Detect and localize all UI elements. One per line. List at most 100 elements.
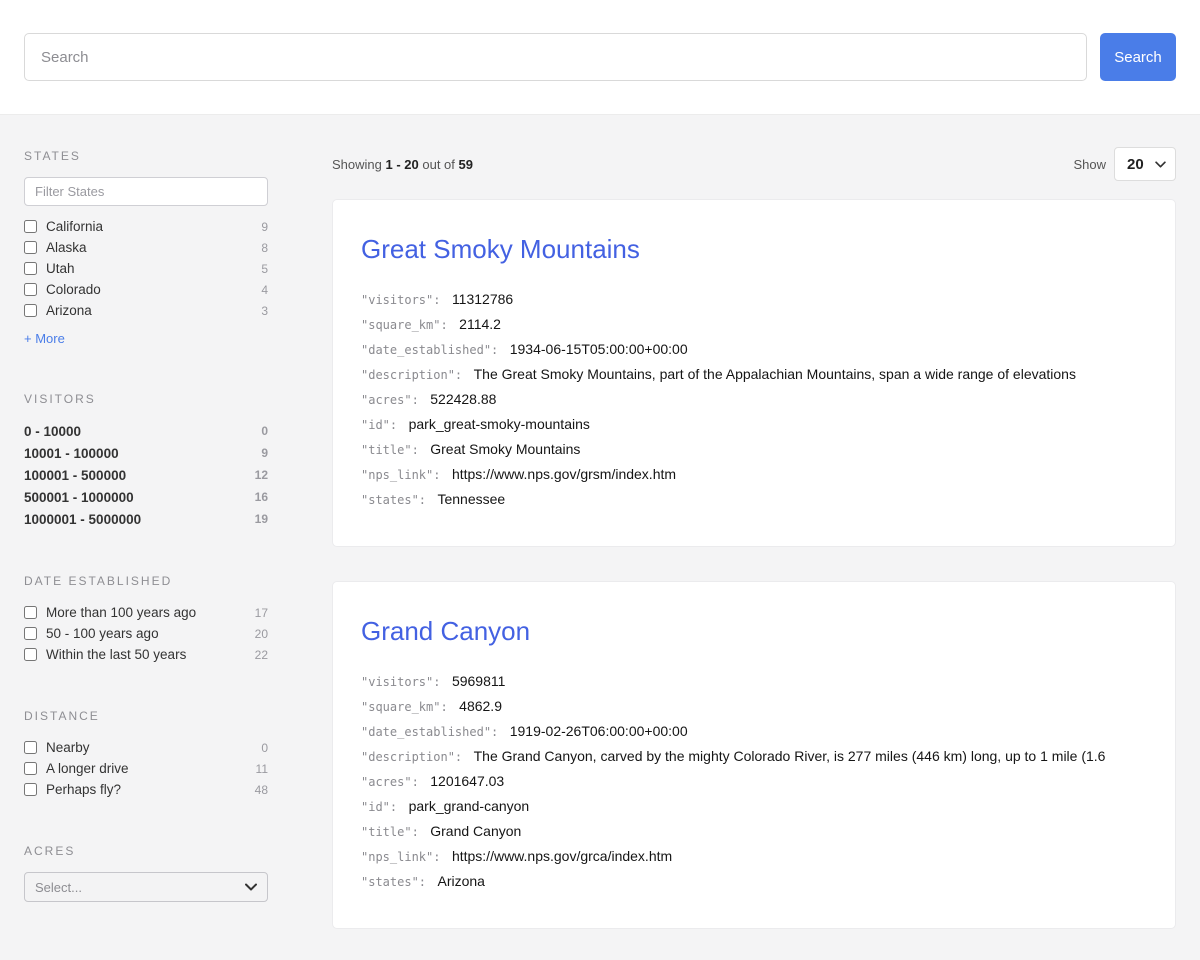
facet-count: 8 <box>261 241 268 255</box>
result-field: "acres": 1201647.03 <box>361 769 1147 794</box>
facet-label: Perhaps fly? <box>46 782 247 797</box>
field-value: https://www.nps.gov/grca/index.htm <box>452 848 672 864</box>
field-key: "nps_link": <box>361 468 440 482</box>
search-input[interactable] <box>24 33 1087 81</box>
facet-count: 4 <box>261 283 268 297</box>
chevron-down-icon <box>245 883 257 891</box>
field-value: park_grand-canyon <box>409 798 530 814</box>
result-field: "date_established": 1919-02-26T06:00:00+… <box>361 719 1147 744</box>
field-key: "title": <box>361 825 419 839</box>
facet-option-last-50[interactable]: Within the last 50 years 22 <box>24 644 268 665</box>
states-facet-title: STATES <box>24 149 268 163</box>
result-title-link[interactable]: Grand Canyon <box>361 616 1147 647</box>
result-field: "states": Tennessee <box>361 487 1147 512</box>
filter-states-input[interactable] <box>24 177 268 206</box>
result-field: "description": The Great Smoky Mountains… <box>361 362 1147 387</box>
result-field: "title": Great Smoky Mountains <box>361 437 1147 462</box>
filter-sidebar: STATES California 9 Alaska 8 Utah 5 Colo… <box>0 115 332 946</box>
result-field: "square_km": 4862.9 <box>361 694 1147 719</box>
checkbox-last-50[interactable] <box>24 648 37 661</box>
field-key: "visitors": <box>361 675 440 689</box>
facet-option-arizona[interactable]: Arizona 3 <box>24 300 268 321</box>
facet-label: Within the last 50 years <box>46 647 247 662</box>
visitors-range-option[interactable]: 0 - 10000 0 <box>24 420 268 442</box>
facet-label: More than 100 years ago <box>46 605 247 620</box>
facet-option-alaska[interactable]: Alaska 8 <box>24 237 268 258</box>
acres-facet: ACRES Select... <box>24 844 268 902</box>
show-more-states-link[interactable]: + More <box>24 331 65 346</box>
field-key: "id": <box>361 418 397 432</box>
field-key: "description": <box>361 750 462 764</box>
summary-prefix: Showing <box>332 157 382 172</box>
checkbox-perhaps-fly[interactable] <box>24 783 37 796</box>
facet-label: Arizona <box>46 303 253 318</box>
facet-option-nearby[interactable]: Nearby 0 <box>24 737 268 758</box>
facet-count: 48 <box>255 783 268 797</box>
date-established-facet: DATE ESTABLISHED More than 100 years ago… <box>24 574 268 665</box>
result-field: "nps_link": https://www.nps.gov/grca/ind… <box>361 844 1147 869</box>
result-field: "nps_link": https://www.nps.gov/grsm/ind… <box>361 462 1147 487</box>
checkbox-alaska[interactable] <box>24 241 37 254</box>
search-button[interactable]: Search <box>1100 33 1176 81</box>
field-value: Grand Canyon <box>430 823 521 839</box>
facet-option-50-100[interactable]: 50 - 100 years ago 20 <box>24 623 268 644</box>
facet-count: 3 <box>261 304 268 318</box>
facet-label: Nearby <box>46 740 253 755</box>
facet-count: 9 <box>261 220 268 234</box>
field-key: "square_km": <box>361 700 448 714</box>
checkbox-longer-drive[interactable] <box>24 762 37 775</box>
field-key: "date_established": <box>361 725 498 739</box>
checkbox-utah[interactable] <box>24 262 37 275</box>
visitors-range-option[interactable]: 500001 - 1000000 16 <box>24 486 268 508</box>
result-field: "square_km": 2114.2 <box>361 312 1147 337</box>
checkbox-nearby[interactable] <box>24 741 37 754</box>
field-value: The Grand Canyon, carved by the mighty C… <box>474 748 1106 764</box>
field-value: 1934-06-15T05:00:00+00:00 <box>510 341 688 357</box>
facet-count: 0 <box>261 424 268 438</box>
visitors-range-option[interactable]: 100001 - 500000 12 <box>24 464 268 486</box>
summary-middle: out of <box>422 157 455 172</box>
field-key: "id": <box>361 800 397 814</box>
field-value: 1919-02-26T06:00:00+00:00 <box>510 723 688 739</box>
facet-option-colorado[interactable]: Colorado 4 <box>24 279 268 300</box>
result-title-link[interactable]: Great Smoky Mountains <box>361 234 1147 265</box>
summary-range: 1 - 20 <box>386 157 419 172</box>
field-key: "nps_link": <box>361 850 440 864</box>
field-value: park_great-smoky-mountains <box>409 416 590 432</box>
facet-count: 20 <box>255 627 268 641</box>
visitors-facet-title: VISITORS <box>24 392 268 406</box>
checkbox-arizona[interactable] <box>24 304 37 317</box>
field-key: "states": <box>361 493 426 507</box>
result-field: "title": Grand Canyon <box>361 819 1147 844</box>
result-field: "description": The Grand Canyon, carved … <box>361 744 1147 769</box>
field-value: The Great Smoky Mountains, part of the A… <box>474 366 1076 382</box>
field-key: "date_established": <box>361 343 498 357</box>
checkbox-50-100[interactable] <box>24 627 37 640</box>
field-value: 5969811 <box>452 673 505 689</box>
facet-option-more-than-100[interactable]: More than 100 years ago 17 <box>24 602 268 623</box>
visitors-range-option[interactable]: 10001 - 100000 9 <box>24 442 268 464</box>
checkbox-california[interactable] <box>24 220 37 233</box>
facet-count: 22 <box>255 648 268 662</box>
facet-option-utah[interactable]: Utah 5 <box>24 258 268 279</box>
page-size-select[interactable]: 20 <box>1114 147 1176 181</box>
checkbox-colorado[interactable] <box>24 283 37 296</box>
facet-option-longer-drive[interactable]: A longer drive 11 <box>24 758 268 779</box>
acres-select-value: Select... <box>35 880 245 895</box>
facet-option-california[interactable]: California 9 <box>24 216 268 237</box>
facet-option-perhaps-fly[interactable]: Perhaps fly? 48 <box>24 779 268 800</box>
field-key: "visitors": <box>361 293 440 307</box>
range-label: 1000001 - 5000000 <box>24 512 247 527</box>
range-label: 0 - 10000 <box>24 424 253 439</box>
checkbox-more-than-100[interactable] <box>24 606 37 619</box>
visitors-range-option[interactable]: 1000001 - 5000000 19 <box>24 508 268 530</box>
result-field: "visitors": 11312786 <box>361 287 1147 312</box>
results-header: Showing 1 - 20 out of 59 Show 20 <box>332 147 1176 181</box>
page-size-control: Show 20 <box>1073 147 1176 181</box>
facet-label: California <box>46 219 253 234</box>
result-field: "id": park_grand-canyon <box>361 794 1147 819</box>
acres-select[interactable]: Select... <box>24 872 268 902</box>
search-header: Search <box>0 0 1200 115</box>
facet-count: 0 <box>261 741 268 755</box>
results-panel: Showing 1 - 20 out of 59 Show 20 Great S… <box>332 115 1200 960</box>
